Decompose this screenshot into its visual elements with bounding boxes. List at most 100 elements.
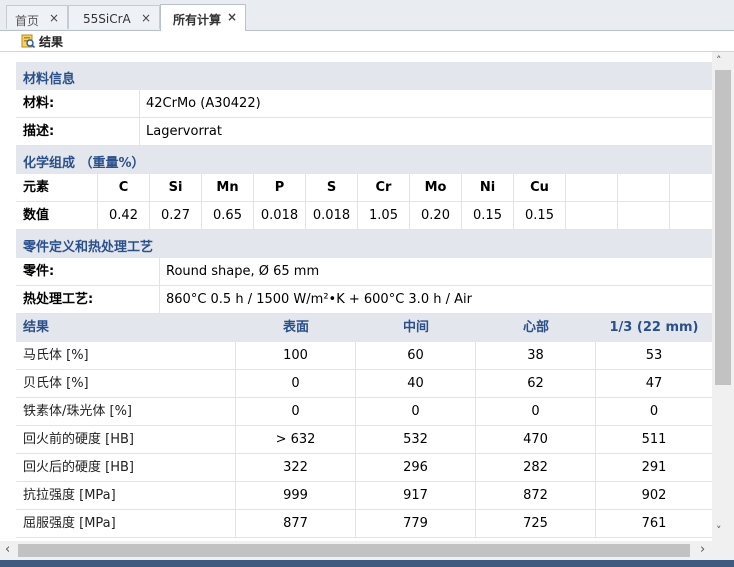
row-label: 贝氏体 [%]	[16, 370, 236, 397]
row-label: 马氏体 [%]	[16, 342, 236, 369]
cell-middle: 779	[356, 510, 476, 537]
col-core: 心部	[522, 320, 549, 335]
tab-55sicra-close-icon[interactable]: ×	[141, 11, 151, 25]
composition-value-row: 数值 0.42 0.27 0.65 0.018 0.018 1.05 0.20 …	[16, 202, 712, 230]
element-cr: Cr	[358, 174, 410, 201]
cell-surface: 0	[236, 398, 356, 425]
table-row: 抗拉强度 [MPa] 999 917 872 902	[16, 482, 712, 510]
status-bar	[0, 560, 734, 567]
cell-core: 872	[476, 482, 596, 509]
part-value: Round shape, Ø 65 mm	[166, 264, 320, 279]
value-label: 数值	[16, 202, 98, 229]
element-p: P	[254, 174, 306, 201]
horizontal-scrollbar[interactable]: ‹ ›	[0, 541, 734, 560]
scroll-left-icon[interactable]: ‹	[5, 542, 10, 557]
description-row: 描述: Lagervorrat	[16, 118, 712, 146]
results-title: 结果	[23, 320, 50, 335]
process-label: 热处理工艺:	[16, 286, 160, 313]
results-report: 材料信息 材料: 42CrMo (A30422) 描述: Lagervorrat…	[0, 52, 712, 541]
empty-cell	[618, 202, 670, 229]
col-one-third: 1/3 (22 mm)	[609, 320, 699, 335]
row-label: 回火前的硬度 [HB]	[16, 426, 236, 453]
row-label: 屈服强度 [MPa]	[16, 510, 236, 537]
cell-core: 0	[476, 398, 596, 425]
row-label: 铁素体/珠光体 [%]	[16, 398, 236, 425]
col-surface: 表面	[282, 320, 309, 335]
material-value: 42CrMo (A30422)	[146, 96, 261, 111]
empty-cell	[670, 174, 712, 201]
vertical-scroll-thumb[interactable]	[715, 70, 731, 385]
value-mn: 0.65	[202, 202, 254, 229]
cell-middle: 0	[356, 398, 476, 425]
tab-all-calculations[interactable]: 所有计算 ×	[160, 4, 246, 31]
value-si: 0.27	[150, 202, 202, 229]
cell-one-third: 291	[641, 460, 667, 475]
value-cr: 1.05	[358, 202, 410, 229]
value-ni: 0.15	[462, 202, 514, 229]
cell-surface: > 632	[236, 426, 356, 453]
cell-core: 470	[476, 426, 596, 453]
empty-cell	[566, 174, 618, 201]
result-toolbar: 结果	[0, 31, 734, 51]
row-label: 回火后的硬度 [HB]	[16, 454, 236, 481]
cell-surface: 100	[236, 342, 356, 369]
cell-middle: 40	[356, 370, 476, 397]
cell-core: 38	[476, 342, 596, 369]
element-mn: Mn	[202, 174, 254, 201]
element-cu: Cu	[514, 174, 566, 201]
cell-one-third: 53	[645, 348, 663, 363]
cell-middle: 296	[356, 454, 476, 481]
scroll-up-icon[interactable]: ˄	[716, 54, 722, 67]
material-row: 材料: 42CrMo (A30422)	[16, 90, 712, 118]
value-c: 0.42	[98, 202, 150, 229]
material-label: 材料:	[16, 90, 140, 117]
tab-all-calculations-close-icon[interactable]: ×	[227, 10, 237, 24]
process-row: 热处理工艺: 860°C 0.5 h / 1500 W/m²•K + 600°C…	[16, 286, 712, 314]
cell-surface: 322	[236, 454, 356, 481]
scroll-down-icon[interactable]: ˅	[716, 524, 722, 537]
description-label: 描述:	[16, 118, 140, 145]
result-icon	[21, 34, 36, 49]
vertical-scrollbar[interactable]: ˄ ˅	[712, 52, 734, 541]
results-section-header: 结果 表面 中间 心部 1/3 (22 mm)	[16, 314, 712, 342]
tab-home-label: 首页	[15, 14, 40, 28]
cell-middle: 532	[356, 426, 476, 453]
tab-all-calculations-label: 所有计算	[173, 13, 222, 27]
cell-one-third: 761	[641, 516, 667, 531]
element-c: C	[98, 174, 150, 201]
description-value: Lagervorrat	[146, 124, 222, 139]
composition-element-row: 元素 C Si Mn P S Cr Mo Ni Cu	[16, 174, 712, 202]
row-label: 抗拉强度 [MPa]	[16, 482, 236, 509]
material-section-header: 材料信息	[16, 62, 712, 90]
table-row: 回火前的硬度 [HB] > 632 532 470 511	[16, 426, 712, 454]
empty-cell	[670, 202, 712, 229]
tab-home-close-icon[interactable]: ×	[49, 11, 59, 25]
part-section-header: 零件定义和热处理工艺	[16, 230, 712, 258]
element-ni: Ni	[462, 174, 514, 201]
tab-55sicra-label: 55SiCrA	[83, 12, 131, 26]
cell-core: 62	[476, 370, 596, 397]
cell-one-third: 902	[641, 488, 667, 503]
cell-middle: 917	[356, 482, 476, 509]
cell-middle: 60	[356, 342, 476, 369]
element-si: Si	[150, 174, 202, 201]
cell-surface: 999	[236, 482, 356, 509]
part-label: 零件:	[16, 258, 160, 285]
value-s: 0.018	[306, 202, 358, 229]
table-row: 贝氏体 [%] 0 40 62 47	[16, 370, 712, 398]
scroll-right-icon[interactable]: ›	[700, 542, 705, 557]
tab-55sicra[interactable]: 55SiCrA ×	[68, 5, 160, 29]
element-label: 元素	[16, 174, 98, 201]
tab-home[interactable]: 首页 ×	[6, 5, 68, 29]
value-mo: 0.20	[410, 202, 462, 229]
empty-cell	[618, 174, 670, 201]
cell-surface: 877	[236, 510, 356, 537]
horizontal-scroll-thumb[interactable]	[18, 544, 690, 557]
element-mo: Mo	[410, 174, 462, 201]
cell-surface: 0	[236, 370, 356, 397]
col-middle: 中间	[402, 320, 429, 335]
cell-core: 725	[476, 510, 596, 537]
cell-one-third: 0	[649, 404, 659, 419]
result-label[interactable]: 结果	[39, 33, 63, 50]
part-row: 零件: Round shape, Ø 65 mm	[16, 258, 712, 286]
